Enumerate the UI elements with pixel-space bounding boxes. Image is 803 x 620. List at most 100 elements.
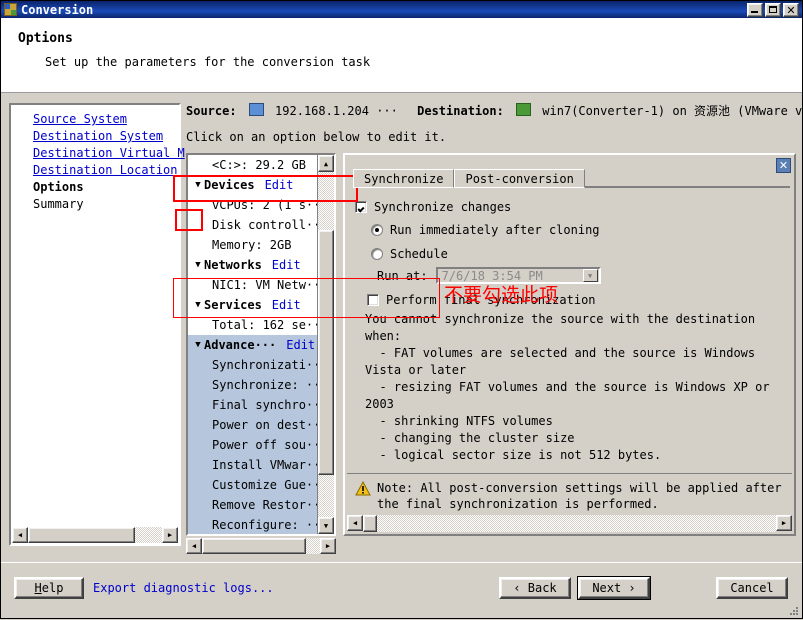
tree-row-label: Devices (204, 178, 255, 192)
sidebar-item-destination-location[interactable]: Destination Location (11, 162, 179, 179)
nav-horizontal-scrollbar[interactable]: ◀ ▶ (12, 527, 178, 543)
sync-restriction-line: - logical sector size is not 512 bytes. (365, 448, 662, 462)
nav-scroll-thumb[interactable] (28, 527, 135, 543)
maximize-button[interactable] (765, 2, 781, 17)
sidebar-item-source-system[interactable]: Source System (11, 111, 179, 128)
tree-hscroll-right-icon[interactable]: ▶ (320, 538, 336, 554)
final-sync-row[interactable]: Perform final synchronization (367, 293, 784, 307)
tab-filler (584, 186, 790, 187)
note-text: Note: All post-conversion settings will … (377, 481, 782, 511)
tree-row[interactable]: Power on dest··· (188, 415, 318, 435)
panel-scroll-left-icon[interactable]: ◀ (347, 515, 363, 531)
tree-row-edit-link[interactable]: Edit (286, 335, 315, 355)
tree-row[interactable]: ▼ Networks Edit (188, 255, 318, 275)
schedule-row[interactable]: Schedule (371, 247, 784, 261)
export-diagnostic-logs-link[interactable]: Export diagnostic logs... (93, 581, 274, 595)
tree-expander-icon[interactable]: ▼ (192, 255, 204, 275)
panel-scroll-track[interactable] (363, 515, 776, 532)
page-title: Options (18, 31, 73, 46)
tree-row[interactable]: NIC1: VM Netw··· (188, 275, 318, 295)
tree-expander-icon[interactable]: ▼ (192, 335, 204, 355)
sidebar-item-destination-virtual-machine[interactable]: Destination Virtual M (11, 145, 185, 162)
tree-hscroll-track[interactable] (202, 538, 320, 554)
source-value: 192.168.1.204 (275, 104, 369, 118)
tree-row-label: NIC1: VM Netw··· (212, 278, 318, 292)
tree-row[interactable]: ▼ Services Edit (188, 295, 318, 315)
cancel-button[interactable]: Cancel (716, 577, 788, 599)
sync-restrictions-text: You cannot synchronize the source with t… (365, 311, 784, 464)
tree-hscroll-left-icon[interactable]: ◀ (186, 538, 202, 554)
annotation-text-chinese: 不要勾选此项 (444, 284, 559, 306)
source-ellipsis: ··· (376, 104, 398, 118)
next-button[interactable]: Next › (577, 576, 651, 600)
tree-row-edit-link[interactable]: Edit (265, 175, 294, 195)
synchronize-changes-checkbox[interactable] (355, 201, 367, 213)
tree-row[interactable]: Memory: 2GB (188, 235, 318, 255)
page-header: Options Set up the parameters for the co… (1, 18, 802, 93)
panel-scroll-thumb[interactable] (363, 515, 377, 532)
tree-row[interactable]: Total: 162 se··· (188, 315, 318, 335)
tree-scroll-thumb[interactable] (318, 230, 334, 475)
nav-scroll-right-icon[interactable]: ▶ (162, 527, 178, 543)
tree-expander-icon[interactable]: ▼ (192, 175, 204, 195)
tree-row-label: Power on dest··· (212, 418, 318, 432)
tree-row[interactable]: Reconfigure: ··· (188, 515, 318, 534)
conversion-window: Conversion ✕ Options Set up the paramete… (0, 0, 803, 619)
final-sync-checkbox[interactable] (367, 294, 379, 306)
panel-scroll-right-icon[interactable]: ▶ (776, 515, 792, 531)
tree-row[interactable]: vCPUs: 2 (1 s··· (188, 195, 318, 215)
right-region: Source: 192.168.1.204 ··· Destination: w… (186, 103, 803, 554)
conversion-app-icon (4, 3, 17, 16)
tree-row[interactable]: Final synchro··· (188, 395, 318, 415)
close-glyph: ✕ (786, 3, 796, 17)
nav-scroll-track[interactable] (28, 527, 162, 543)
tree-row[interactable]: ▼ Advance··· Edit (188, 335, 318, 355)
tree-row-label: Power off sou··· (212, 438, 318, 452)
tree-scroll-track[interactable] (318, 172, 334, 517)
run-immediately-radio[interactable] (371, 224, 383, 236)
tree-row-edit-link[interactable]: Edit (272, 255, 301, 275)
vm-arrow-icon (516, 103, 532, 116)
tree-row[interactable]: <C:>: 29.2 GB (188, 155, 318, 175)
tree-row[interactable]: Customize Gue··· (188, 475, 318, 495)
tree-scroll-up-icon[interactable]: ▲ (318, 155, 334, 172)
sidebar-item-destination-system[interactable]: Destination System (11, 128, 179, 145)
tree-row[interactable]: Power off sou··· (188, 435, 318, 455)
tree-row[interactable]: Disk controll··· (188, 215, 318, 235)
tree-row-label: Install VMwar··· (212, 458, 318, 472)
nav-scroll-left-icon[interactable]: ◀ (12, 527, 28, 543)
close-icon[interactable]: ✕ (783, 2, 799, 17)
chevron-down-icon[interactable]: ▼ (582, 269, 598, 282)
tree-row[interactable]: Synchronizati··· (188, 355, 318, 375)
back-button[interactable]: ‹ Back (499, 577, 571, 599)
options-tree[interactable]: <C:>: 29.2 GB ▼ Devices Edit vCPUs: 2 (1 s··… (186, 153, 336, 536)
tab-post-conversion[interactable]: Post-conversion (454, 169, 585, 188)
sync-restriction-line: - changing the cluster size (365, 431, 575, 445)
synchronize-changes-row[interactable]: Synchronize changes (355, 200, 784, 214)
tab-synchronize[interactable]: Synchronize (353, 169, 455, 188)
footer-bar: Help Export diagnostic logs... ‹ Back Ne… (1, 562, 802, 618)
tree-row[interactable]: Install VMwar··· (188, 455, 318, 475)
sidebar-item-summary[interactable]: Summary (11, 196, 179, 213)
edit-hint-text: Click on an option below to edit it. (186, 130, 447, 144)
tree-row-label: Customize Gue··· (212, 478, 318, 492)
tree-hscroll-thumb[interactable] (202, 538, 306, 554)
page-subtitle: Set up the parameters for the conversion… (45, 55, 371, 69)
sidebar-item-options[interactable]: Options (11, 179, 179, 196)
minimize-button[interactable] (747, 2, 763, 17)
synchronize-changes-label: Synchronize changes (374, 200, 512, 214)
tree-row-label: vCPUs: 2 (1 s··· (212, 198, 318, 212)
tree-row[interactable]: ▼ Devices Edit (188, 175, 318, 195)
tree-row[interactable]: Remove Restor··· (188, 495, 318, 515)
tree-vertical-scrollbar[interactable]: ▲ ▼ (317, 155, 334, 534)
tree-horizontal-scrollbar[interactable]: ◀ ▶ (186, 538, 336, 554)
panel-horizontal-scrollbar[interactable]: ◀ ▶ (347, 515, 792, 532)
tree-expander-icon[interactable]: ▼ (192, 295, 204, 315)
schedule-radio[interactable] (371, 248, 383, 260)
resize-grip[interactable] (788, 605, 800, 617)
run-immediately-row[interactable]: Run immediately after cloning (371, 223, 784, 237)
tree-scroll-down-icon[interactable]: ▼ (318, 517, 334, 534)
tree-row-edit-link[interactable]: Edit (272, 295, 301, 315)
help-button[interactable]: Help (14, 577, 84, 599)
tree-row[interactable]: Synchronize: ··· (188, 375, 318, 395)
